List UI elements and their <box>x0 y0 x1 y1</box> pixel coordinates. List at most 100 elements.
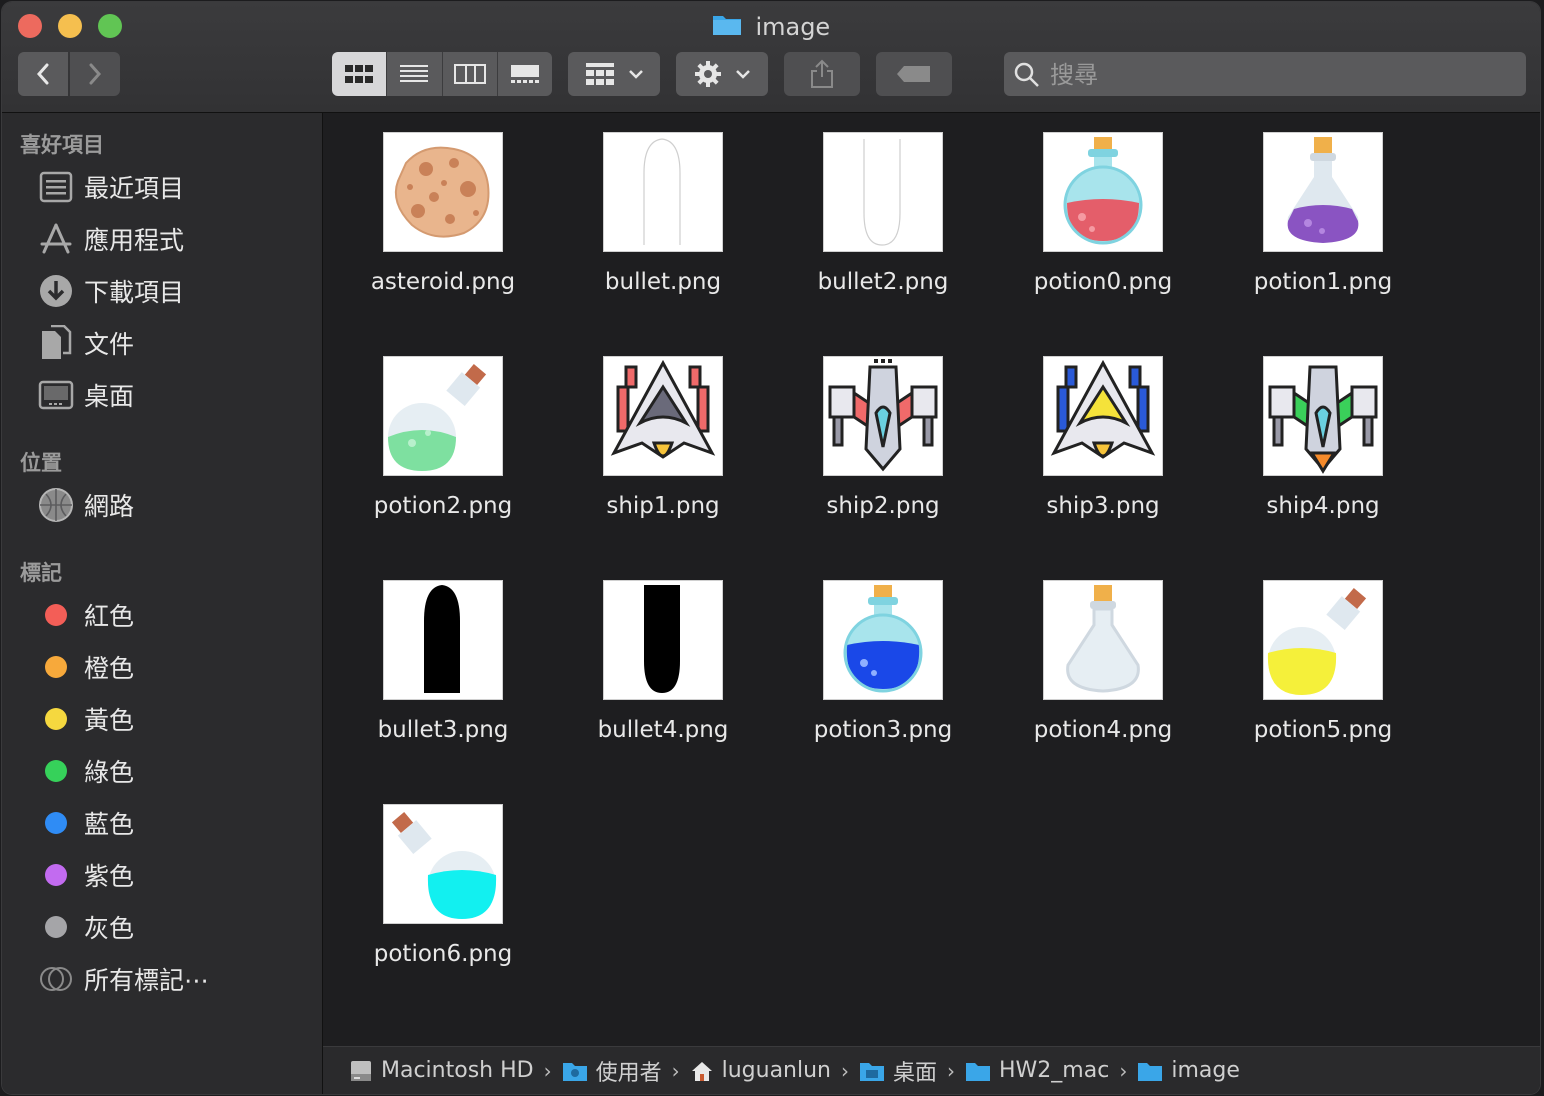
file-item[interactable]: potion3.png <box>783 581 983 771</box>
bullet-icon <box>424 585 460 693</box>
chevron-down-icon <box>629 70 643 79</box>
search-input[interactable] <box>1048 58 1512 92</box>
tag-color-dot-icon <box>36 803 76 843</box>
sidebar-item-label: 應用程式 <box>84 226 185 255</box>
sidebar-item-documents[interactable]: 文件 <box>36 321 134 365</box>
spaceship-icon <box>828 359 938 472</box>
path-crumb-hw2-mac[interactable]: HW2_mac <box>965 1058 1109 1083</box>
file-item[interactable]: bullet3.png <box>343 581 543 771</box>
sidebar-item-label: 綠色 <box>84 758 135 787</box>
file-item[interactable]: bullet2.png <box>783 133 983 323</box>
chevron-right-icon: › <box>841 1058 849 1083</box>
gallery-view-button[interactable] <box>497 52 552 96</box>
path-crumb-macintosh-hd[interactable]: Macintosh HD <box>349 1058 534 1083</box>
sidebar: 喜好項目 最近項目 應用程式 下載項目 文件 桌面 位置 網路 標記 紅色 橙色… <box>2 113 323 1094</box>
path-crumb-image[interactable]: image <box>1137 1058 1240 1083</box>
red-potion-icon <box>1063 137 1143 245</box>
sidebar-item-tag[interactable]: 紫色 <box>36 853 134 897</box>
file-thumbnail <box>1044 357 1162 475</box>
sidebar-item-tag[interactable]: 灰色 <box>36 905 134 949</box>
yellow-potion-icon <box>1267 588 1367 695</box>
file-item[interactable]: potion4.png <box>1003 581 1203 771</box>
tag-color-dot-icon <box>36 751 76 791</box>
sidebar-item-tag[interactable]: 藍色 <box>36 801 134 845</box>
file-thumbnail <box>824 133 942 251</box>
tag-dot <box>45 864 67 886</box>
green-potion-icon <box>388 364 487 471</box>
file-item[interactable]: potion0.png <box>1003 133 1203 323</box>
tag-dot <box>45 760 67 782</box>
sidebar-item-label: 桌面 <box>84 382 135 411</box>
path-crumb-label: Macintosh HD <box>381 1058 534 1083</box>
file-item[interactable]: potion2.png <box>343 357 543 547</box>
file-name: potion2.png <box>373 493 513 519</box>
columns-icon <box>453 64 486 84</box>
sidebar-item-downloads[interactable]: 下載項目 <box>36 269 184 313</box>
sidebar-item-tag[interactable]: 紅色 <box>36 593 134 637</box>
icon-view-button[interactable] <box>332 52 388 96</box>
share-button[interactable] <box>784 52 860 96</box>
file-name: potion6.png <box>373 941 513 967</box>
sidebar-item-label: 橙色 <box>84 654 135 683</box>
gear-icon <box>695 61 721 87</box>
forward-button[interactable] <box>70 52 120 96</box>
sidebar-item-network[interactable]: 網路 <box>36 483 134 527</box>
file-item[interactable]: bullet4.png <box>563 581 763 771</box>
all-tags-icon <box>36 959 76 999</box>
desktop-icon <box>36 375 76 415</box>
network-icon <box>36 485 76 525</box>
file-item[interactable]: ship1.png <box>563 357 763 547</box>
path-crumb-users[interactable]: 使用者 <box>562 1055 662 1087</box>
home-icon <box>690 1059 714 1083</box>
sidebar-item-applications[interactable]: 應用程式 <box>36 217 184 261</box>
file-name: ship2.png <box>826 493 940 519</box>
sidebar-item-label: 紅色 <box>84 602 135 631</box>
file-thumbnail <box>384 133 502 251</box>
edit-tags-button[interactable] <box>876 52 952 96</box>
file-item[interactable]: ship3.png <box>1003 357 1203 547</box>
spaceship-icon <box>1268 365 1378 474</box>
path-crumb-label: HW2_mac <box>999 1058 1110 1083</box>
file-item[interactable]: bullet.png <box>563 133 763 323</box>
action-menu-button[interactable] <box>676 52 768 96</box>
list-view-button[interactable] <box>387 52 443 96</box>
file-item[interactable]: asteroid.png <box>343 133 543 323</box>
path-crumb-home[interactable]: luguanlun <box>690 1058 831 1083</box>
path-crumb-desktop[interactable]: 桌面 <box>859 1055 937 1087</box>
back-button[interactable] <box>18 52 68 96</box>
tag-color-dot-icon <box>36 595 76 635</box>
tag-dot <box>45 708 67 730</box>
sidebar-item-tag[interactable]: 綠色 <box>36 749 134 793</box>
sidebar-item-recents[interactable]: 最近項目 <box>36 165 184 209</box>
file-thumbnail <box>604 133 722 251</box>
group-by-button[interactable] <box>568 52 660 96</box>
path-bar: Macintosh HD › 使用者 › luguanlun › 桌面 › HW… <box>323 1046 1540 1094</box>
window-title: image <box>2 12 1540 42</box>
file-item[interactable]: potion6.png <box>343 805 543 995</box>
file-thumbnail <box>384 581 502 699</box>
file-name: bullet4.png <box>597 717 729 743</box>
sidebar-item-all-tags[interactable]: 所有標記⋯ <box>36 957 209 1001</box>
file-item[interactable]: ship2.png <box>783 357 983 547</box>
file-item[interactable]: ship4.png <box>1223 357 1423 547</box>
chevron-right-icon: › <box>671 1058 680 1083</box>
bullet-outline-icon <box>643 138 681 245</box>
file-name: potion5.png <box>1253 717 1393 743</box>
file-item[interactable]: potion5.png <box>1223 581 1423 771</box>
bullet-outline-icon <box>863 139 901 246</box>
file-item[interactable]: potion1.png <box>1223 133 1423 323</box>
view-mode-segmented-control <box>332 52 552 96</box>
list-icon <box>400 65 429 82</box>
column-view-button[interactable] <box>442 52 498 96</box>
path-crumb-label: luguanlun <box>721 1058 831 1083</box>
search-field[interactable] <box>1004 52 1526 96</box>
sidebar-item-desktop[interactable]: 桌面 <box>36 373 134 417</box>
file-name: bullet.png <box>604 269 722 295</box>
sidebar-item-label: 文件 <box>84 330 135 359</box>
sidebar-item-tag[interactable]: 橙色 <box>36 645 134 689</box>
gallery-icon <box>510 65 539 83</box>
file-thumbnail <box>384 357 502 475</box>
chevron-right-icon: › <box>543 1058 552 1083</box>
sidebar-item-tag[interactable]: 黃色 <box>36 697 134 741</box>
sidebar-section-favorites: 喜好項目 <box>20 133 104 157</box>
